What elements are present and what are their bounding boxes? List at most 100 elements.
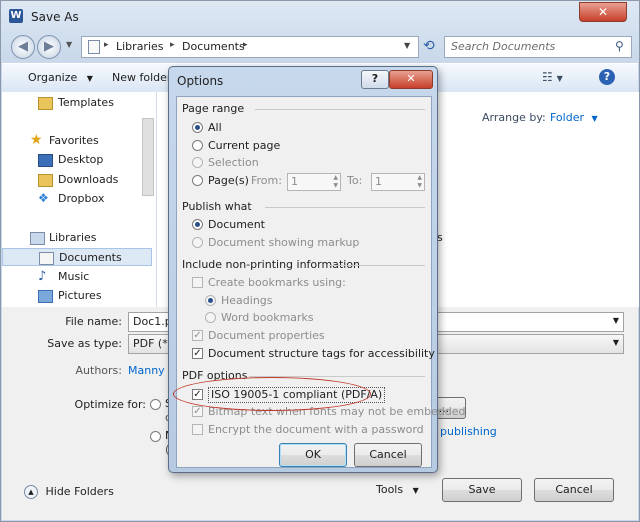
organize-label: Organize	[28, 71, 78, 84]
spinner-arrows-icon[interactable]: ▲ ▼	[333, 174, 338, 190]
options-dialog-title: Options	[177, 74, 224, 88]
option-label: Document	[208, 218, 265, 231]
address-dropdown-icon[interactable]: ▼	[404, 41, 410, 50]
nav-item-favorites[interactable]: ★ Favorites	[2, 132, 152, 150]
checkmark-icon: ✓	[192, 348, 203, 359]
window-close-button[interactable]: ✕	[579, 2, 627, 22]
radio-selected-icon	[205, 295, 216, 306]
nav-item-pictures[interactable]: Pictures	[2, 287, 152, 305]
options-cancel-button[interactable]: Cancel	[354, 443, 422, 467]
nav-item-label: Music	[58, 270, 90, 283]
downloads-folder-icon	[38, 174, 53, 187]
nav-item-music[interactable]: ♪ Music	[2, 268, 152, 286]
to-page-value: 1	[375, 175, 382, 188]
view-options-icon[interactable]: ☷ ▼	[542, 70, 563, 84]
file-name-label: File name:	[65, 315, 122, 328]
nav-pane-scrollbar[interactable]	[142, 118, 154, 196]
breadcrumb-separator-icon[interactable]: ▸	[104, 40, 109, 50]
file-name-value: Doc1.p	[133, 315, 172, 328]
help-icon[interactable]: ?	[599, 69, 615, 85]
checkbox-icon	[192, 277, 203, 288]
nav-item-documents[interactable]: Documents	[2, 248, 152, 266]
breadcrumb-libraries[interactable]: Libraries	[116, 40, 164, 53]
tools-label: Tools	[376, 483, 404, 496]
radio-icon	[205, 312, 216, 323]
optimize-standard-radio[interactable]	[150, 399, 161, 410]
breadcrumb-separator-icon[interactable]: ▸	[243, 40, 248, 50]
folder-icon	[38, 97, 53, 110]
address-bar[interactable]: ▸ Libraries ▸ Documents ▸ ▼	[81, 36, 419, 58]
save-as-type-dropdown-icon[interactable]: ▼	[613, 338, 619, 347]
new-folder-button[interactable]: New folder	[112, 71, 171, 84]
word-app-icon: W	[9, 9, 23, 23]
options-ok-button[interactable]: OK	[279, 443, 347, 467]
dropbox-icon: ❖	[38, 191, 49, 205]
organize-dropdown-icon: ▼	[86, 74, 93, 83]
tools-menu[interactable]: Tools ▼	[376, 483, 419, 496]
options-dialog: Options ? ✕ Page range All Current page …	[168, 66, 466, 473]
nav-item-label: Documents	[59, 251, 122, 264]
radio-icon	[192, 140, 203, 151]
radio-icon	[192, 157, 203, 168]
libraries-icon	[30, 232, 45, 245]
from-label: From:	[251, 174, 282, 187]
desktop-icon	[38, 154, 53, 167]
refresh-icon[interactable]: ⟲	[423, 38, 435, 54]
arrange-by-label: Arrange by:	[482, 111, 546, 124]
file-name-dropdown-icon[interactable]: ▼	[613, 316, 619, 325]
publishing-link[interactable]: r publishing	[432, 425, 497, 438]
optimize-minimum-radio[interactable]	[150, 431, 161, 442]
breadcrumb-documents[interactable]: Documents	[182, 40, 245, 53]
to-page-spinner[interactable]: 1 ▲ ▼	[371, 173, 425, 191]
window-title: Save As	[31, 10, 79, 24]
navigation-pane: Templates ★ Favorites Desktop Downloads …	[2, 92, 157, 307]
chevron-up-icon: ▲	[24, 485, 38, 499]
back-arrow-icon[interactable]: ◀	[11, 35, 35, 59]
from-page-spinner[interactable]: 1 ▲ ▼	[287, 173, 341, 191]
option-label: Selection	[208, 156, 259, 169]
options-close-button[interactable]: ✕	[389, 70, 433, 89]
title-bar[interactable]: W Save As ✕	[1, 1, 639, 31]
option-label: Current page	[208, 139, 281, 152]
option-label: Document structure tags for accessibilit…	[208, 347, 435, 360]
nav-item-label: Dropbox	[58, 192, 105, 205]
star-icon: ★	[30, 132, 43, 148]
search-icon[interactable]: ⚲	[615, 39, 624, 53]
hide-folders-label: Hide Folders	[45, 485, 114, 498]
arrange-by-value: Folder	[550, 111, 584, 124]
spinner-arrows-icon[interactable]: ▲ ▼	[417, 174, 422, 190]
tools-dropdown-icon: ▼	[412, 486, 419, 495]
save-as-type-label: Save as type:	[47, 337, 122, 350]
checkbox-icon	[192, 424, 203, 435]
options-help-button[interactable]: ?	[361, 70, 389, 89]
pictures-icon	[38, 290, 53, 303]
save-button[interactable]: Save	[442, 478, 522, 502]
authors-value[interactable]: Manny	[128, 364, 165, 377]
nav-item-dropbox[interactable]: ❖ Dropbox	[2, 190, 152, 208]
nav-item-desktop[interactable]: Desktop	[2, 151, 152, 169]
forward-arrow-icon[interactable]: ▶	[37, 35, 61, 59]
organize-button[interactable]: Organize ▼	[28, 71, 93, 84]
nav-item-label: Templates	[58, 96, 114, 109]
option-label: All	[208, 121, 222, 134]
nav-item-downloads[interactable]: Downloads	[2, 171, 152, 189]
cancel-button[interactable]: Cancel	[534, 478, 614, 502]
arrange-by-dropdown[interactable]: Folder ▼	[550, 111, 598, 124]
library-folder-icon	[88, 40, 100, 54]
radio-icon	[192, 175, 203, 186]
nav-item-libraries[interactable]: Libraries	[2, 229, 152, 247]
breadcrumb-separator-icon[interactable]: ▸	[170, 40, 175, 50]
nav-item-templates[interactable]: Templates	[2, 94, 152, 112]
recent-locations-chevron-icon[interactable]: ▼	[66, 40, 72, 49]
hide-folders-toggle[interactable]: ▲ Hide Folders	[24, 485, 114, 499]
option-label: Headings	[221, 294, 273, 307]
authors-label: Authors:	[75, 364, 122, 377]
publish-what-heading: Publish what	[182, 200, 252, 213]
nav-item-label: Favorites	[49, 134, 99, 147]
option-label: Document properties	[208, 329, 325, 342]
search-box[interactable]: Search Documents ⚲	[444, 36, 632, 58]
divider	[255, 109, 425, 110]
search-input[interactable]: Search Documents	[451, 40, 555, 53]
music-icon: ♪	[38, 269, 47, 284]
optimize-for-label: Optimize for:	[74, 398, 146, 411]
